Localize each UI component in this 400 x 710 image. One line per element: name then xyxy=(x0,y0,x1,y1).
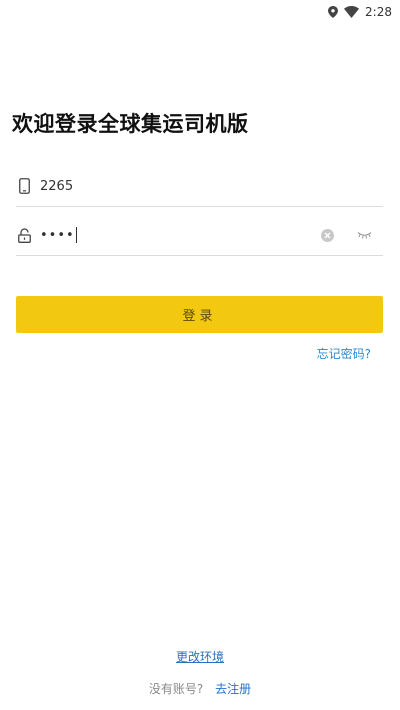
forgot-password-link[interactable]: 忘记密码? xyxy=(317,345,371,362)
change-environment-row: 更改环境 xyxy=(0,648,400,665)
phone-icon xyxy=(16,177,32,195)
password-input[interactable]: •••• xyxy=(40,227,320,243)
page-title: 欢迎登录全球集运司机版 xyxy=(12,112,249,136)
phone-input[interactable]: 2265 xyxy=(40,179,383,194)
phone-field[interactable]: 2265 xyxy=(16,166,383,207)
clear-icon[interactable] xyxy=(320,228,334,242)
phone-value: 2265 xyxy=(40,178,74,194)
eye-closed-icon[interactable] xyxy=(356,230,372,240)
password-field[interactable]: •••• xyxy=(16,215,383,256)
password-value: •••• xyxy=(40,227,75,243)
lock-icon xyxy=(16,226,32,244)
register-row: 没有账号? 去注册 xyxy=(0,680,400,697)
login-button[interactable]: 登录 xyxy=(16,296,383,333)
register-link[interactable]: 去注册 xyxy=(215,682,251,696)
change-environment-link[interactable]: 更改环境 xyxy=(176,650,224,664)
location-icon xyxy=(328,6,339,18)
status-bar: 2:28 xyxy=(0,0,400,24)
register-prompt: 没有账号? xyxy=(148,682,204,696)
text-cursor xyxy=(75,227,77,243)
status-time: 2:28 xyxy=(365,5,392,19)
wifi-icon xyxy=(344,6,360,18)
